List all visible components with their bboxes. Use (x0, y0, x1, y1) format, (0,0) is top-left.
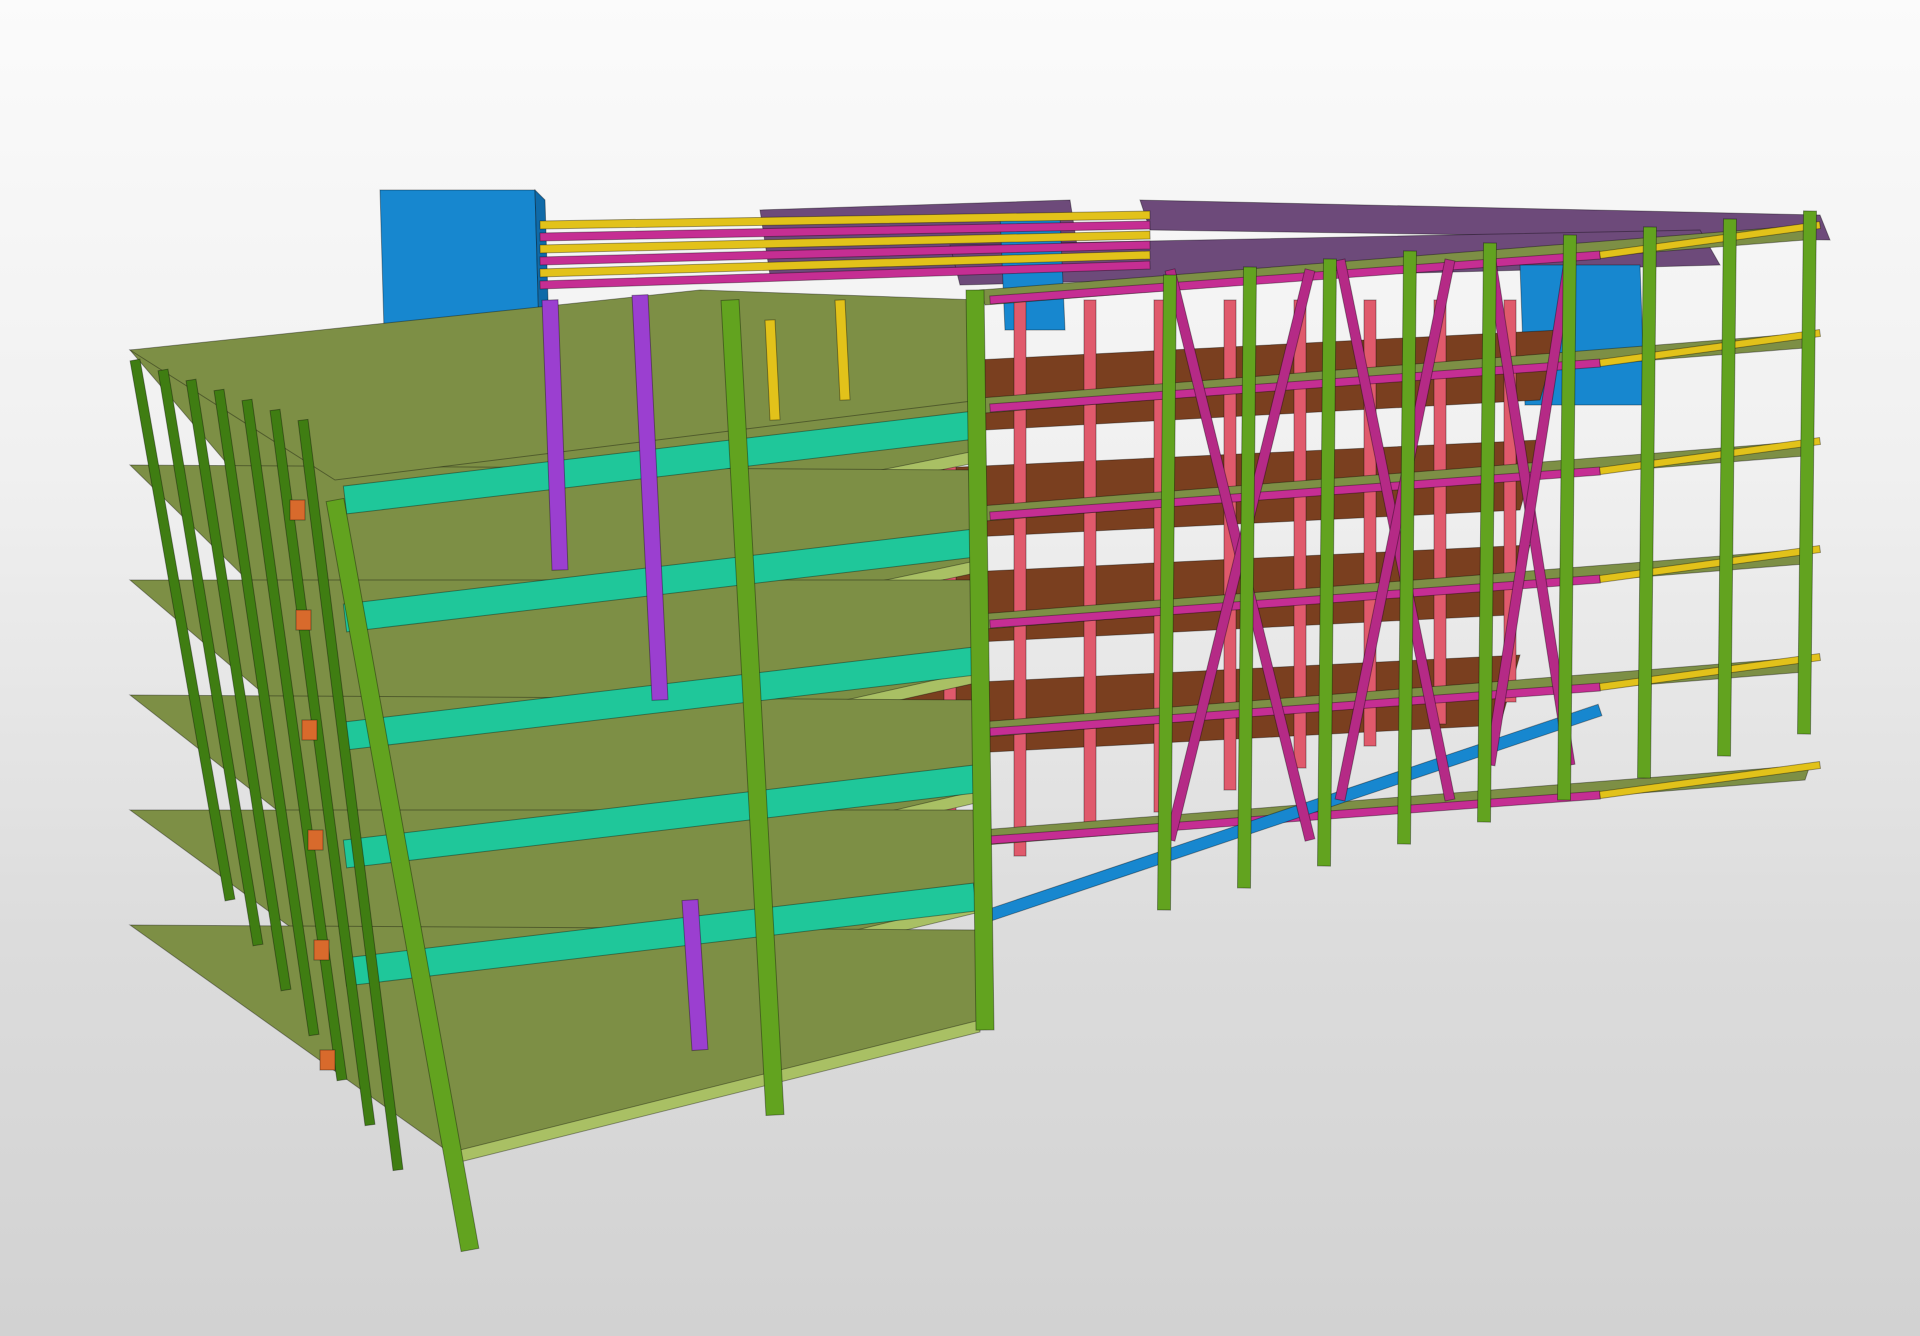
model-viewport[interactable] (0, 0, 1920, 1336)
interior-column[interactable] (1013, 299, 1027, 857)
building-model[interactable] (0, 0, 1920, 1336)
connector[interactable] (301, 719, 318, 741)
interior-column[interactable] (1083, 299, 1097, 835)
connector[interactable] (307, 829, 324, 851)
connector[interactable] (289, 499, 306, 521)
connector[interactable] (295, 609, 312, 631)
connector[interactable] (319, 1049, 336, 1071)
connector[interactable] (313, 939, 330, 961)
